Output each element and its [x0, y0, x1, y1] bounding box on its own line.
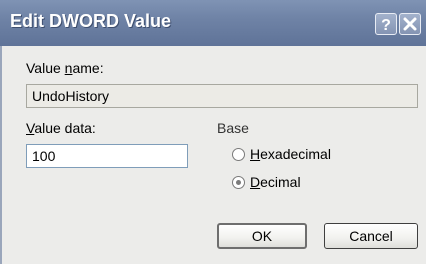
svg-text:?: ? [381, 17, 391, 34]
title-bar[interactable]: Edit DWORD Value ? [0, 0, 426, 46]
cancel-button[interactable]: Cancel [324, 223, 418, 249]
value-name-label: Value name: [26, 60, 104, 76]
base-group-label: Base [217, 120, 249, 136]
dialog-body: Value name: UndoHistory Value data: 100 … [0, 46, 426, 264]
close-button[interactable] [399, 13, 421, 35]
decimal-radio-circle[interactable] [232, 176, 245, 189]
value-data-field[interactable]: 100 [26, 144, 188, 168]
hexadecimal-label: Hexadecimal [250, 146, 331, 162]
decimal-label: Decimal [250, 174, 301, 190]
help-button[interactable]: ? [375, 13, 397, 35]
ok-button[interactable]: OK [217, 223, 307, 249]
value-name-field[interactable]: UndoHistory [26, 84, 418, 108]
edit-dword-dialog: Edit DWORD Value ? Value name: UndoHisto… [0, 0, 426, 264]
value-data-label: Value data: [26, 120, 96, 136]
help-icon: ? [381, 17, 391, 34]
hexadecimal-radio-circle[interactable] [232, 148, 245, 161]
dialog-title: Edit DWORD Value [10, 11, 172, 31]
close-icon [403, 17, 417, 31]
